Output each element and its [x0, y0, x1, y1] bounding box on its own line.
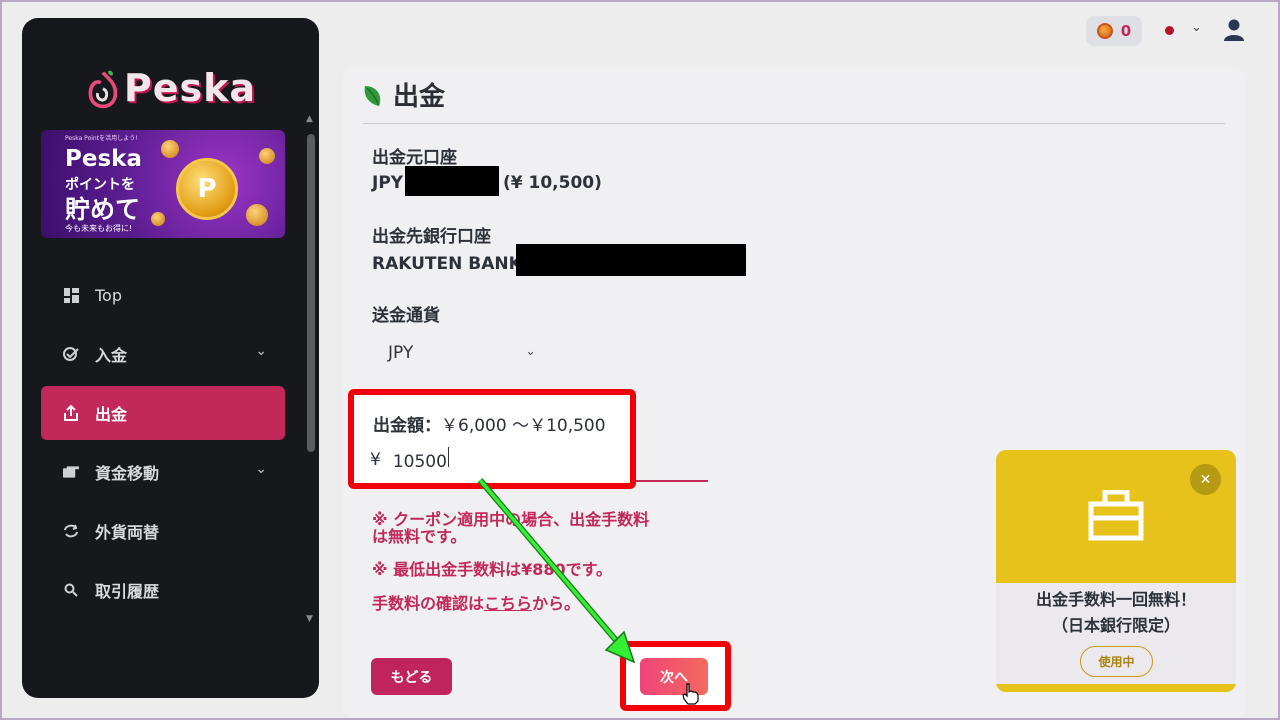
exchange-icon — [63, 523, 79, 539]
points-banner[interactable]: Peska Pointを活用しよう! Peska ポイントを 貯めて 今も未来も… — [41, 130, 285, 238]
peach-logo-icon — [88, 70, 118, 109]
sidebar-item-top[interactable]: Top — [41, 268, 285, 322]
close-icon[interactable]: ✕ — [1190, 464, 1221, 495]
sidebar-item-label: 入金 — [95, 346, 128, 365]
scroll-down-icon[interactable]: ▼ — [306, 614, 313, 624]
promo-in-use-button[interactable]: 使用中 — [1080, 646, 1153, 677]
currency-value: JPY — [388, 343, 414, 363]
title-divider — [363, 123, 1225, 124]
currency-select[interactable]: JPY ⌄ — [372, 336, 542, 370]
sidebar-scrollbar[interactable]: ▲ ▼ — [305, 114, 317, 628]
redacted-account-number — [405, 166, 499, 196]
fee-check-link[interactable]: こちら — [484, 594, 532, 613]
coupon-note: ※ クーポン適用中の場合、出金手数料 は無料です。 — [372, 511, 649, 545]
deposit-icon — [63, 346, 79, 362]
hand-cursor-icon — [682, 683, 699, 705]
promo-line2: （日本銀行限定） — [1051, 616, 1180, 635]
text-caret — [447, 447, 449, 467]
withdraw-icon — [63, 405, 79, 421]
chevron-down-icon: ⌄ — [255, 343, 267, 359]
points-count: 0 — [1120, 22, 1132, 40]
coin-decoration-icon — [161, 140, 179, 158]
sidebar-item-transfer[interactable]: 資金移動 ⌄ — [41, 445, 285, 499]
amount-range-text: ￥6,000 〜￥10,500 — [441, 416, 606, 436]
fee-free-promo: ✕ 出金手数料一回無料！ （日本銀行限定） 使用中 — [996, 450, 1236, 692]
promo-line1: 出金手数料一回無料！ — [1035, 590, 1196, 609]
japan-flag-icon[interactable] — [1165, 26, 1174, 35]
sidebar-nav: Top 入金 ⌄ 出金 資金移動 ⌄ 外貨両替 取引履歴 — [41, 268, 285, 622]
coin-decoration-icon — [246, 204, 268, 226]
sidebar-item-exchange[interactable]: 外貨両替 — [41, 504, 285, 558]
source-account-balance: (¥ 10,500) — [503, 173, 602, 193]
dashboard-icon — [63, 287, 79, 303]
redacted-bank-account — [516, 244, 746, 276]
amount-input-value[interactable]: 10500 — [393, 452, 447, 472]
fee-check-suffix: から。 — [532, 594, 581, 613]
sidebar-item-label: 出金 — [95, 405, 128, 424]
coupon-note-line2: は無料です。 — [372, 527, 467, 546]
chevron-down-icon: ⌄ — [525, 344, 536, 359]
promo-text: 出金手数料一回無料！ （日本銀行限定） — [996, 587, 1236, 639]
logo-text: Peska — [123, 66, 256, 110]
page-title: 出金 — [363, 76, 445, 113]
chevron-down-icon: ⌄ — [255, 461, 267, 477]
banner-caption: Peska Pointを活用しよう! — [65, 135, 138, 142]
scrollbar-thumb[interactable] — [307, 134, 315, 452]
yen-symbol: ¥ — [370, 449, 381, 470]
amount-range: 出金額：￥6,000 〜￥10,500 — [373, 411, 606, 436]
back-button[interactable]: もどる — [371, 658, 452, 695]
amount-label: 出金額： — [373, 416, 441, 436]
sidebar-item-history[interactable]: 取引履歴 — [41, 563, 285, 617]
banner-title: Peska — [65, 146, 142, 172]
destination-account-label: 出金先銀行口座 — [372, 227, 491, 247]
input-underline — [630, 480, 708, 482]
transfer-icon — [63, 464, 79, 480]
sidebar-item-deposit[interactable]: 入金 ⌄ — [41, 327, 285, 381]
fee-check-prefix: 手数料の確認は — [372, 594, 485, 613]
points-counter[interactable]: 0 — [1086, 16, 1142, 46]
coin-decoration-icon — [259, 148, 275, 164]
leaf-icon — [364, 85, 381, 106]
page-title-text: 出金 — [393, 82, 446, 112]
scroll-up-icon[interactable]: ▲ — [306, 114, 313, 124]
fee-check-note: 手数料の確認はこちらから。 — [372, 595, 580, 612]
brand-logo[interactable]: Peska — [86, 48, 256, 128]
source-account-label: 出金元口座 — [372, 148, 457, 168]
coin-decoration-icon — [151, 212, 165, 226]
banner-footer: 今も未来もお得に! — [65, 224, 133, 233]
amount-input[interactable]: ¥ 10500 — [370, 447, 449, 472]
chevron-down-icon[interactable]: ⌄ — [1191, 20, 1202, 35]
coin-icon — [1096, 23, 1113, 39]
user-icon[interactable] — [1223, 18, 1245, 42]
source-account-prefix: JPY — [372, 173, 404, 193]
sidebar-item-label: 外貨両替 — [95, 523, 160, 542]
point-coin-icon: P — [176, 158, 238, 220]
amount-highlight-box: 出金額：￥6,000 〜￥10,500 ¥ 10500 — [348, 389, 636, 489]
search-icon — [63, 582, 79, 598]
destination-bank-name: RAKUTEN BANK, — [372, 254, 529, 274]
sidebar-item-withdraw[interactable]: 出金 — [41, 386, 285, 440]
sidebar-item-label: 資金移動 — [95, 464, 160, 483]
sidebar-item-label: 取引履歴 — [95, 582, 160, 601]
sidebar: Peska Peska Pointを活用しよう! Peska ポイントを 貯めて… — [22, 18, 319, 698]
currency-label: 送金通貨 — [372, 306, 440, 326]
minimum-fee-note: ※ 最低出金手数料は¥880です。 — [372, 560, 613, 579]
sidebar-item-label: Top — [95, 285, 122, 305]
banner-line2: 貯めて — [65, 195, 141, 224]
promo-footer-bar — [996, 684, 1236, 692]
gift-icon — [1088, 490, 1144, 541]
